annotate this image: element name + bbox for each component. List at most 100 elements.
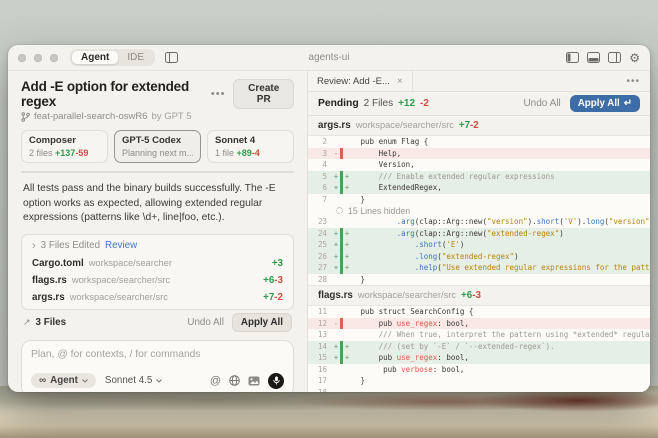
line-number: 27	[308, 262, 332, 274]
line-number: 14	[308, 341, 332, 353]
code-text: .arg(clap::Arg::new("version").short('V'…	[352, 216, 651, 228]
file-row-args-rs[interactable]: args.rs workspace/searcher/src +7-2	[22, 289, 293, 306]
minimize-window-button[interactable]	[34, 54, 42, 62]
diff-file-path: workspace/searcher/src	[358, 290, 456, 300]
files-edited-label: 3 Files Edited	[41, 240, 100, 251]
diff-view[interactable]: args.rsworkspace/searcher/src+7-22 pub e…	[308, 116, 650, 392]
code-text: }	[352, 274, 651, 286]
image-attach-icon[interactable]	[248, 376, 260, 386]
view-switcher: Agent IDE	[70, 49, 155, 66]
pending-removed: -2	[420, 98, 429, 109]
tab-overflow-icon[interactable]: •••	[616, 71, 650, 91]
apply-all-button[interactable]: Apply All↵	[570, 95, 640, 112]
model-selector[interactable]: Sonnet 4.5	[105, 375, 162, 386]
page-title: Add -E option for extended regex	[21, 79, 211, 109]
zoom-window-button[interactable]	[50, 54, 58, 62]
app-window: Agent IDE agents-ui ⚙ Add -E option for …	[8, 45, 650, 392]
close-tab-icon[interactable]: ×	[397, 76, 403, 87]
apply-all-button[interactable]: Apply All	[232, 313, 292, 332]
code-text: pub verbose: bool,	[352, 364, 651, 376]
diff-line: 2 pub enum Flag {	[308, 136, 650, 148]
pending-added: +12	[398, 98, 415, 109]
code-text: Version,	[352, 159, 651, 171]
voice-input-button[interactable]	[268, 373, 284, 389]
agent-mode-selector[interactable]: ∞ Agent	[31, 373, 96, 388]
mention-icon[interactable]: @	[210, 375, 221, 387]
files-count-label[interactable]: 3 Files	[36, 317, 67, 328]
hidden-lines-expander[interactable]: 15 Lines hidden	[308, 205, 650, 216]
tab-ide[interactable]: IDE	[118, 51, 153, 64]
expand-arrow-icon[interactable]: ↗	[23, 317, 31, 328]
diff-line: 25++ .short('E')	[308, 239, 650, 251]
diff-file-header[interactable]: flags.rsworkspace/searcher/src+6-3	[308, 285, 650, 306]
diff-line: 11 pub struct SearchConfig {	[308, 306, 650, 318]
branch-name[interactable]: feat-parallel-search-oswR6	[34, 111, 148, 122]
code-text: ExtendedRegex,	[352, 182, 651, 194]
agent-cards: Composer 2 files +137-59 GPT-5 Codex Pla…	[21, 130, 294, 163]
panel-right-icon[interactable]	[608, 52, 621, 63]
panel-left-icon[interactable]	[566, 52, 579, 63]
chevron-down-icon	[156, 379, 162, 383]
line-number: 17	[308, 375, 332, 387]
diff-line: 13 /// When true, interpret the pattern …	[308, 329, 650, 341]
undo-all-button[interactable]: Undo All	[187, 317, 224, 328]
chevron-right-icon[interactable]: ›	[32, 240, 36, 252]
diff-line: 24++ .arg(clap::Arg::new("extended-regex…	[308, 228, 650, 240]
close-window-button[interactable]	[18, 54, 26, 62]
return-key-icon: ↵	[624, 98, 632, 109]
git-branch-icon	[21, 112, 30, 122]
diff-line: 5++ /// Enable extended regular expressi…	[308, 171, 650, 183]
diff-line: 26++ .long("extended-regex")	[308, 251, 650, 263]
diff-file-name: args.rs	[318, 120, 351, 131]
line-number: 11	[308, 306, 332, 318]
tab-review[interactable]: Review: Add -E... ×	[308, 71, 413, 91]
titlebar-actions: ⚙	[566, 52, 640, 64]
agent-card-composer[interactable]: Composer 2 files +137-59	[21, 130, 108, 163]
branch-row: feat-parallel-search-oswR6 by GPT 5	[21, 111, 294, 122]
diff-line: 16 pub verbose: bool,	[308, 364, 650, 376]
settings-gear-icon[interactable]: ⚙	[629, 52, 640, 64]
globe-icon[interactable]	[229, 375, 240, 386]
task-title[interactable]: Add -E option for extended regex include…	[22, 172, 293, 173]
agent-card-gpt5-codex[interactable]: GPT-5 Codex Planning next m...	[114, 130, 201, 163]
line-number: 16	[308, 364, 332, 376]
line-number: 18	[308, 387, 332, 393]
agent-card-sonnet4[interactable]: Sonnet 4 1 file +89-4	[207, 130, 294, 163]
code-text: .arg(clap::Arg::new("extended-regex")	[352, 228, 651, 240]
beach-wallpaper	[0, 386, 658, 438]
diff-file-path: workspace/searcher/src	[356, 120, 454, 130]
diff-line: 27++ .help("Use extended regular express…	[308, 262, 650, 274]
task-box: Add -E option for extended regex include…	[21, 171, 294, 173]
tab-agent[interactable]: Agent	[72, 51, 118, 64]
code-text: }	[352, 375, 651, 387]
expand-lines-icon	[336, 207, 343, 214]
code-text: .help("Use extended regular expressions …	[352, 262, 651, 274]
chevron-down-icon	[82, 379, 88, 383]
files-edited-box: › 3 Files Edited Review Cargo.toml works…	[21, 234, 294, 310]
diff-line: 12- pub use_regex: bool,	[308, 318, 650, 330]
pending-files-count: 2 Files	[364, 98, 393, 109]
line-number: 3	[308, 148, 332, 160]
code-text: Help,	[352, 148, 651, 160]
diff-line: 6++ ExtendedRegex,	[308, 182, 650, 194]
file-row-cargo-toml[interactable]: Cargo.toml workspace/searcher +3	[22, 255, 293, 272]
code-text: /// (set by `-E` / `--extended-regex`).	[352, 341, 651, 353]
line-number: 4	[308, 159, 332, 171]
undo-all-button[interactable]: Undo All	[523, 98, 560, 109]
more-options-icon[interactable]: •••	[211, 88, 226, 100]
code-text: pub enum Flag {	[352, 136, 651, 148]
chat-input-box[interactable]: Plan, @ for contexts, / for commands ∞ A…	[21, 340, 294, 392]
code-text: /// When true, interpret the pattern usi…	[352, 329, 651, 341]
diff-file-header[interactable]: args.rsworkspace/searcher/src+7-2	[308, 116, 650, 136]
diff-line: 4 Version,	[308, 159, 650, 171]
file-row-flags-rs[interactable]: flags.rs workspace/searcher/src +6-3	[22, 272, 293, 289]
pending-changes-bar: Pending 2 Files +12 -2 Undo All Apply Al…	[308, 92, 650, 116]
create-pr-button[interactable]: Create PR	[233, 79, 294, 109]
window-controls[interactable]	[18, 54, 58, 62]
agent-mode-icon: ∞	[39, 375, 46, 386]
sidebar-toggle-icon[interactable]	[165, 52, 178, 63]
editor-tab-bar: Review: Add -E... × •••	[308, 71, 650, 92]
title-bar: Agent IDE agents-ui ⚙	[8, 45, 650, 71]
review-link[interactable]: Review	[105, 240, 137, 251]
panel-bottom-icon[interactable]	[587, 52, 600, 63]
